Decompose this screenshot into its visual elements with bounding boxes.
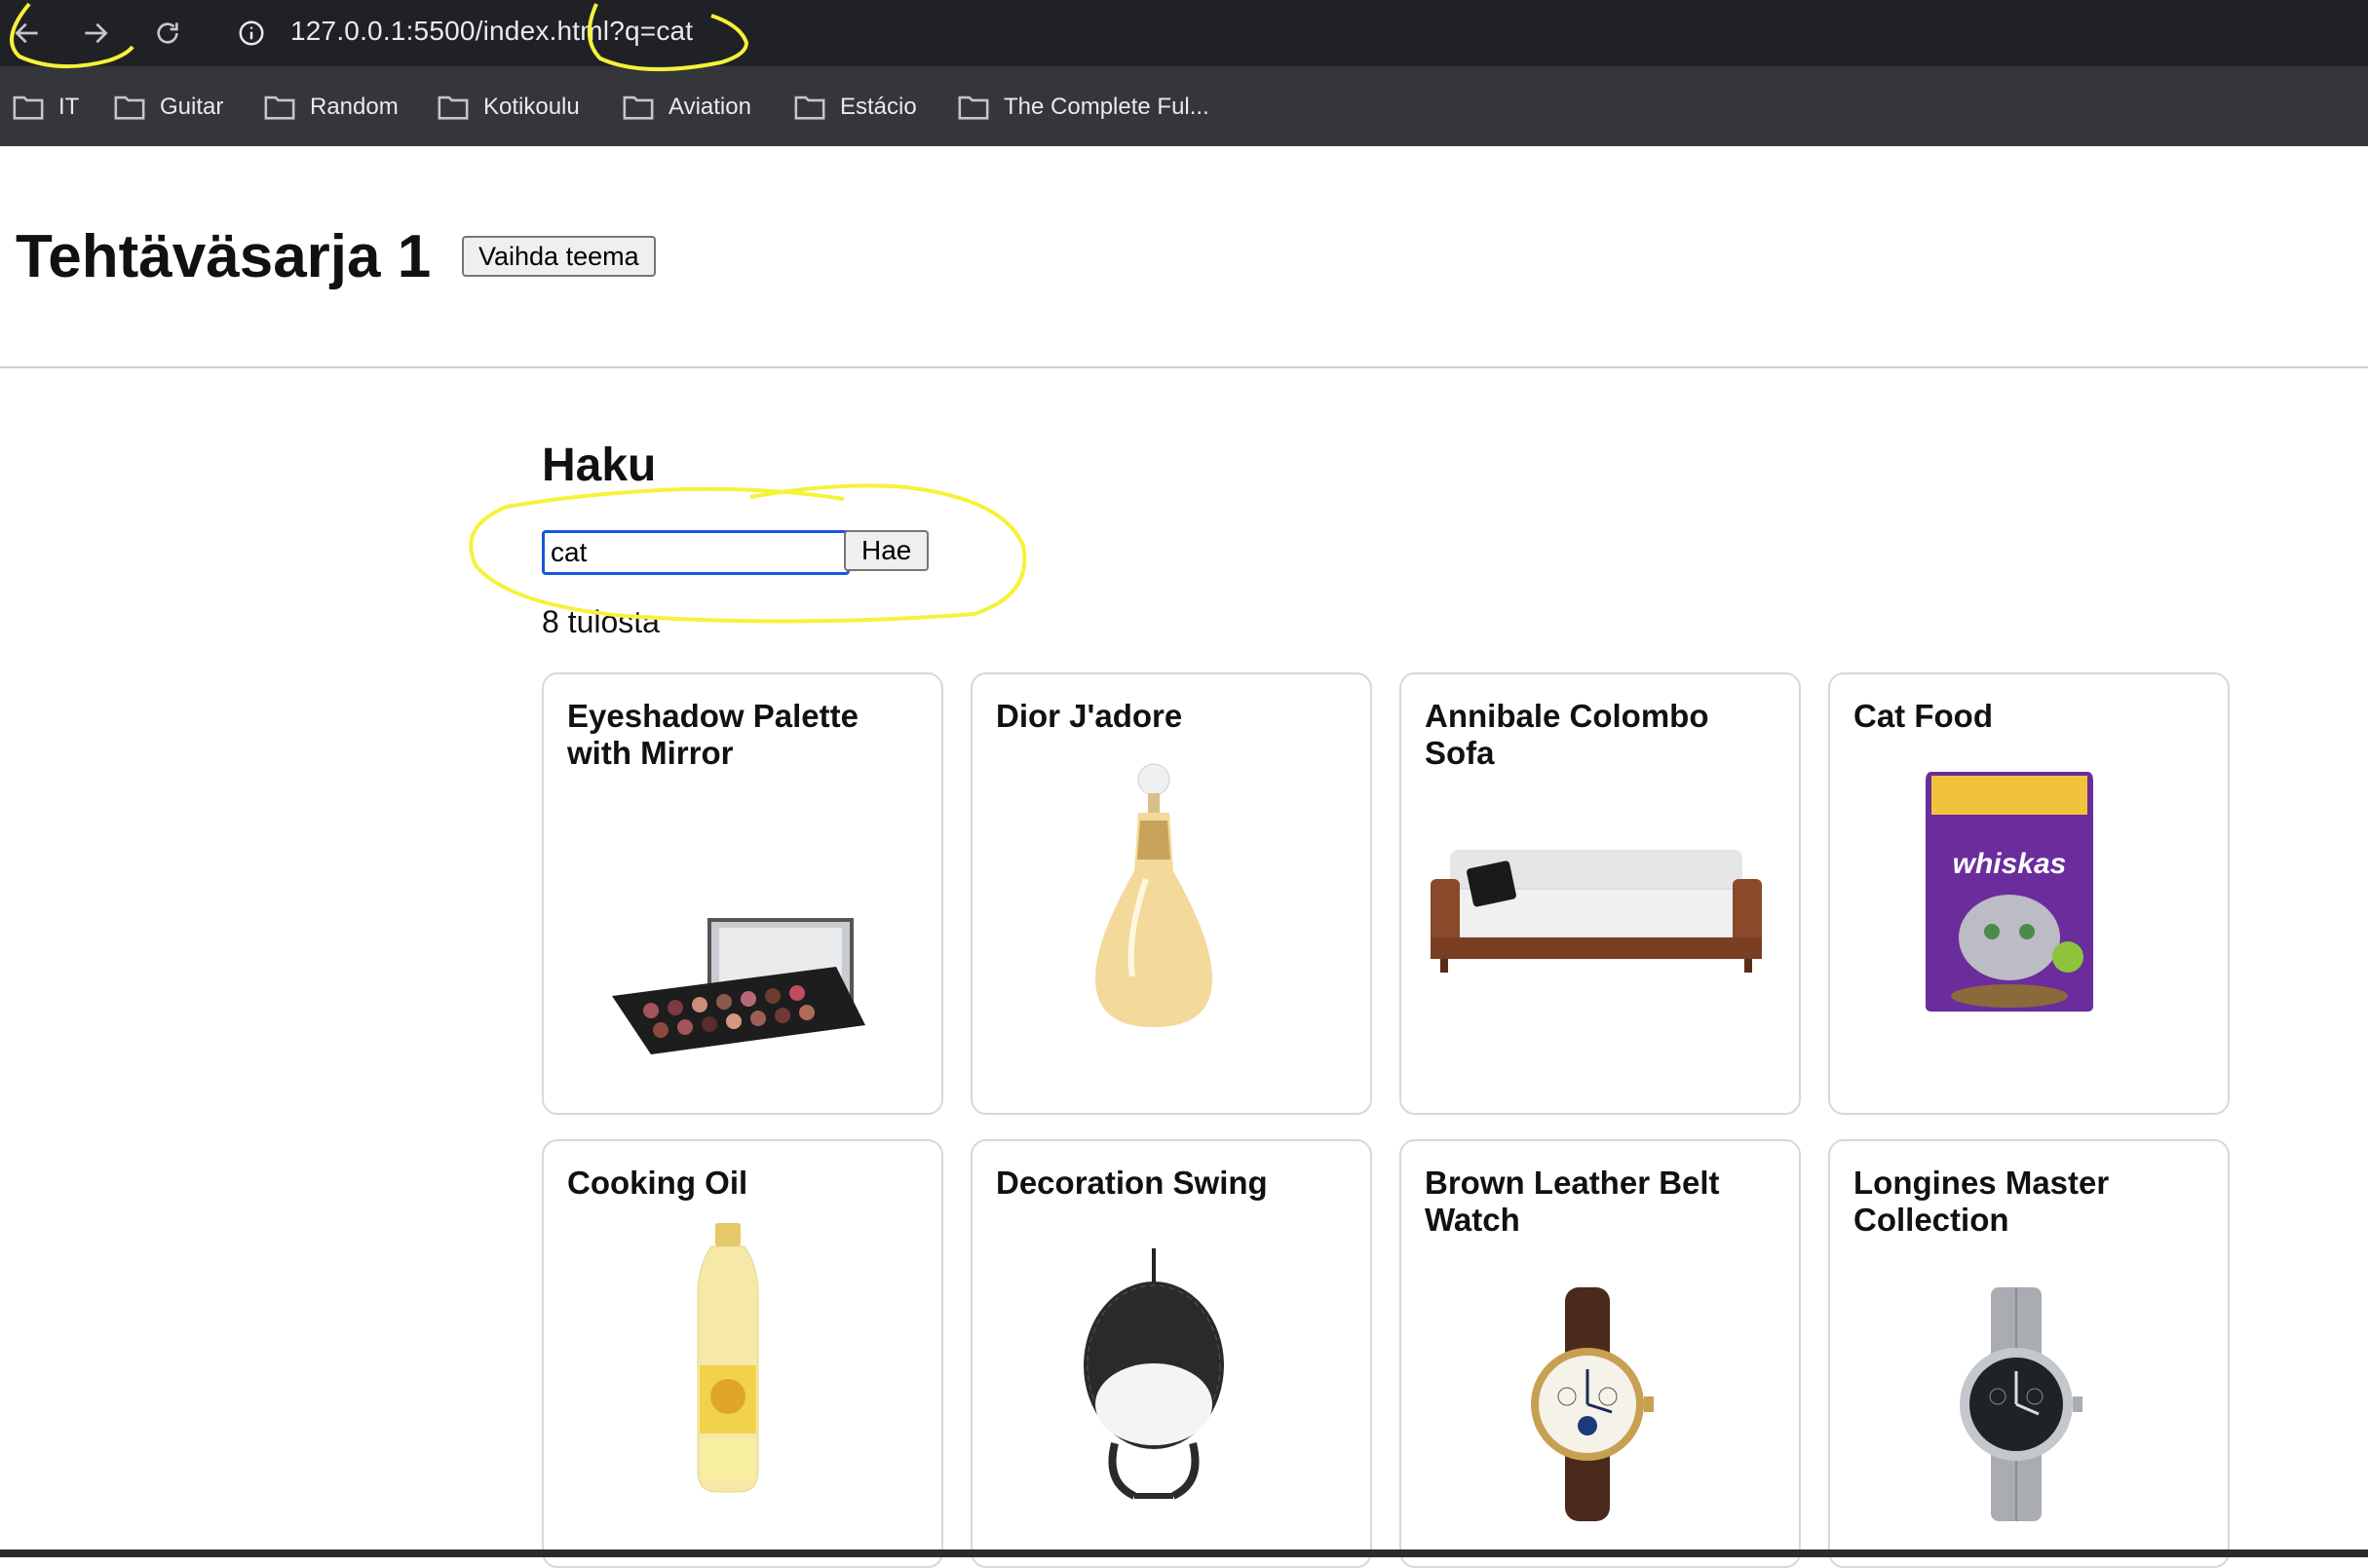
oil-bottle-image (544, 1219, 941, 1511)
theme-toggle-button[interactable]: Vaihda teema (462, 236, 656, 277)
reload-button[interactable] (144, 10, 191, 57)
bookmark-folder-it[interactable]: IT (12, 88, 79, 127)
bookmark-folder-kotikoulu[interactable]: Kotikoulu (437, 88, 580, 127)
site-info-icon[interactable] (232, 14, 271, 53)
cat-food-pouch-image: whiskas (1830, 772, 2228, 1045)
folder-icon (623, 96, 654, 120)
back-button[interactable] (4, 10, 51, 57)
window-bottom-edge (0, 1549, 2368, 1557)
product-card[interactable]: Longines Master Collection (1828, 1139, 2230, 1568)
product-card[interactable]: Eyeshadow Palette with Mirror (542, 672, 943, 1115)
bookmark-folder-random[interactable]: Random (263, 88, 399, 127)
result-count: 8 tulosta (542, 604, 660, 639)
eyeshadow-palette-image (544, 830, 941, 1074)
search-button[interactable]: Hae (844, 530, 930, 571)
product-title: Decoration Swing (996, 1165, 1268, 1201)
bookmark-folder-estacio[interactable]: Estácio (793, 88, 917, 127)
arrow-left-icon (15, 22, 38, 44)
leather-watch-image (1401, 1287, 1799, 1521)
bookmark-label: IT (58, 94, 80, 120)
bookmark-folder-complete-ful[interactable]: The Complete Ful... (957, 88, 1209, 127)
steel-watch-image (1830, 1287, 2228, 1521)
bookmark-label: Guitar (160, 94, 224, 120)
bookmarks-bar: IT Guitar Random Kotikoulu Aviation Está… (0, 66, 2368, 146)
bookmark-label: Random (310, 94, 399, 120)
bookmark-label: Kotikoulu (483, 94, 580, 120)
product-title: Annibale Colombo Sofa (1425, 698, 1709, 771)
forward-button[interactable] (72, 10, 119, 57)
product-title: Cat Food (1853, 698, 1993, 734)
product-title: Brown Leather Belt Watch (1425, 1165, 1720, 1238)
arrow-right-icon (85, 22, 108, 44)
bookmark-label: Estácio (840, 94, 917, 120)
bookmark-folder-aviation[interactable]: Aviation (622, 88, 751, 127)
product-card[interactable]: Brown Leather Belt Watch (1399, 1139, 1801, 1568)
folder-icon (114, 96, 145, 120)
bookmark-label: The Complete Ful... (1004, 94, 1209, 120)
product-title: Eyeshadow Palette with Mirror (567, 698, 859, 771)
folder-icon (958, 96, 989, 120)
bookmark-folder-guitar[interactable]: Guitar (113, 88, 223, 127)
product-title: Cooking Oil (567, 1165, 748, 1201)
folder-icon (264, 96, 295, 120)
url-text[interactable]: 127.0.0.1:5500/index.html?q=cat (290, 16, 693, 47)
page-title: Tehtäväsarja 1 (16, 223, 432, 290)
product-title: Dior J'adore (996, 698, 1183, 734)
svg-text:whiskas: whiskas (1953, 848, 2067, 880)
product-card[interactable]: Cooking Oil (542, 1139, 943, 1568)
folder-icon (438, 96, 469, 120)
product-card[interactable]: Dior J'adore (971, 672, 1372, 1115)
reload-icon (157, 22, 178, 44)
product-card[interactable]: Decoration Swing (971, 1139, 1372, 1568)
product-card[interactable]: Cat Food whiskas (1828, 672, 2230, 1115)
hanging-swing-chair-image (973, 1239, 1370, 1511)
perfume-bottle-image (973, 752, 1370, 1045)
bookmark-label: Aviation (668, 94, 751, 120)
folder-icon (794, 96, 825, 120)
product-title: Longines Master Collection (1853, 1165, 2110, 1238)
sofa-image (1401, 811, 1799, 1006)
search-input[interactable] (542, 530, 850, 575)
product-card[interactable]: Annibale Colombo Sofa (1399, 672, 1801, 1115)
browser-toolbar: 127.0.0.1:5500/index.html?q=cat (0, 0, 2368, 66)
search-heading: Haku (542, 440, 657, 491)
folder-icon (13, 96, 44, 120)
